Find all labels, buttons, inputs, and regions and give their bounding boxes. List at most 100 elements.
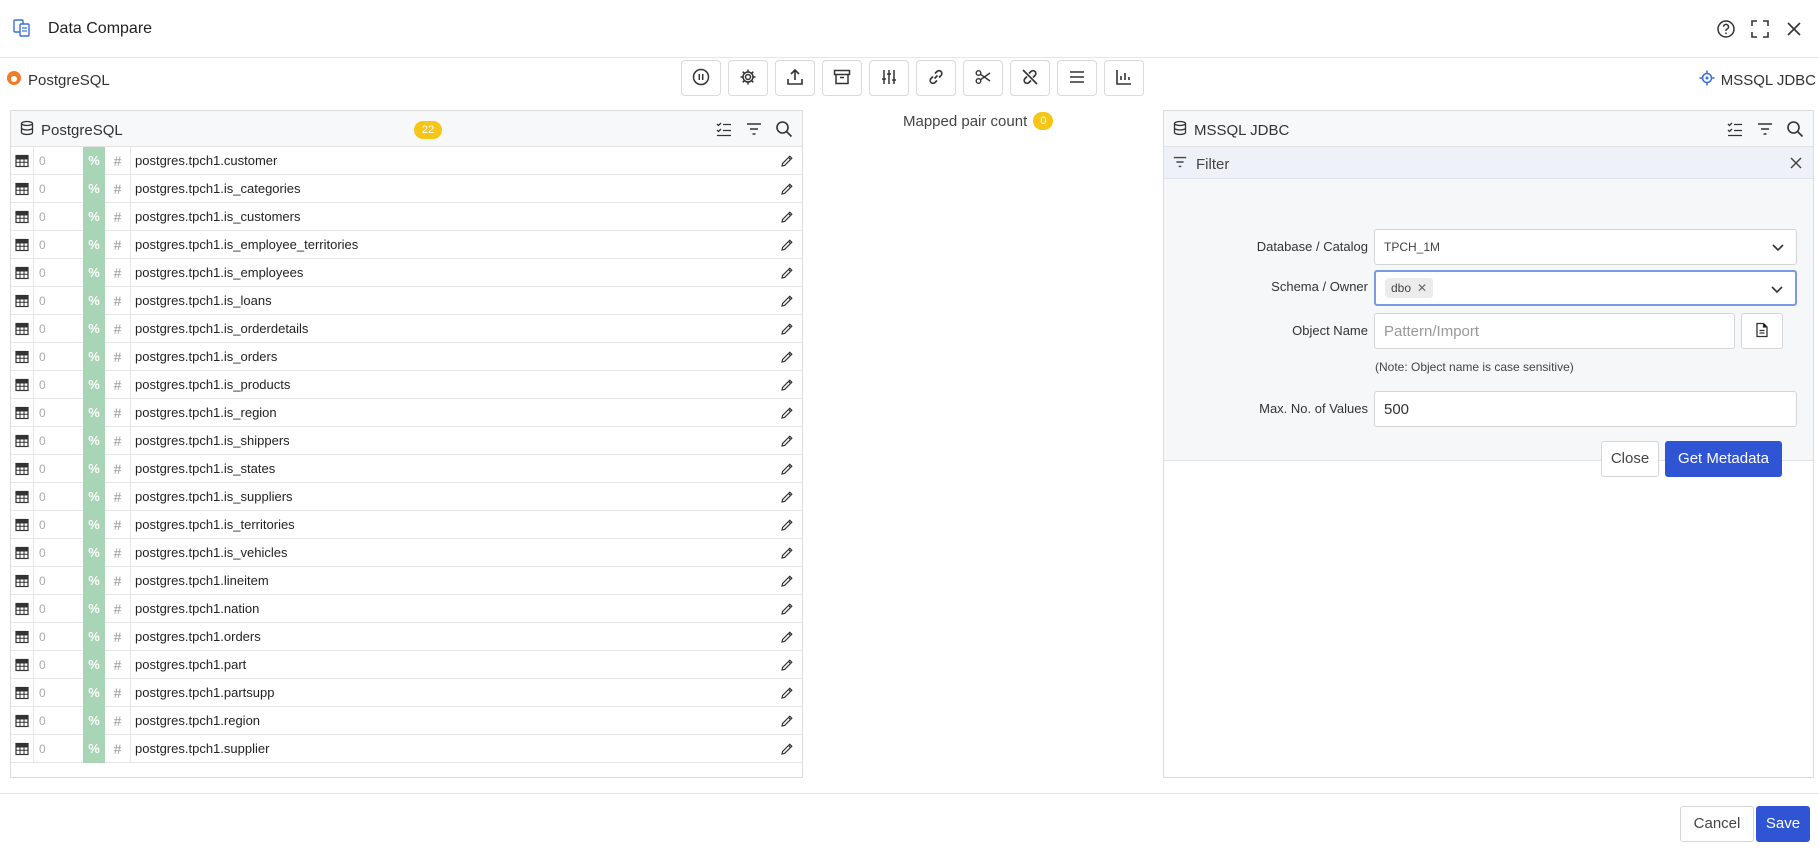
list-button[interactable] <box>1057 60 1097 96</box>
hash-cell: # <box>105 174 131 203</box>
row-count-cell: 0 <box>33 258 83 287</box>
hash-cell: # <box>105 678 131 707</box>
save-button[interactable]: Save <box>1756 806 1810 842</box>
close-icon[interactable] <box>1783 18 1805 40</box>
percent-cell: % <box>83 650 105 679</box>
database-select[interactable]: TPCH_1M <box>1374 229 1797 265</box>
remove-chip-icon[interactable]: ✕ <box>1417 281 1427 295</box>
chart-button[interactable] <box>1104 60 1144 96</box>
settings-button[interactable] <box>728 60 768 96</box>
close-button[interactable]: Close <box>1601 441 1659 477</box>
edit-icon[interactable] <box>772 651 802 679</box>
edit-icon[interactable] <box>772 231 802 259</box>
help-icon[interactable] <box>1715 18 1737 40</box>
mapped-pair-count-badge: 0 <box>1033 112 1054 130</box>
database-icon <box>1172 120 1188 140</box>
table-icon <box>11 707 33 735</box>
schema-multiselect[interactable]: dbo ✕ <box>1374 270 1797 306</box>
edit-icon[interactable] <box>772 567 802 595</box>
target-panel-title: MSSQL JDBC <box>1194 121 1290 139</box>
select-all-icon[interactable] <box>1725 119 1745 139</box>
edit-icon[interactable] <box>772 343 802 371</box>
table-row[interactable]: 0% # postgres.tpch1.is_states <box>11 454 802 483</box>
edit-icon[interactable] <box>772 287 802 315</box>
cut-button[interactable] <box>963 60 1003 96</box>
table-icon <box>11 567 33 595</box>
table-name: postgres.tpch1.region <box>135 712 261 728</box>
edit-icon[interactable] <box>772 315 802 343</box>
table-row[interactable]: 0% # postgres.tpch1.orders <box>11 622 802 651</box>
edit-icon[interactable] <box>772 623 802 651</box>
edit-icon[interactable] <box>772 203 802 231</box>
filter-icon[interactable] <box>744 119 764 139</box>
table-row[interactable]: 0% # postgres.tpch1.lineitem <box>11 566 802 595</box>
search-icon[interactable] <box>774 119 794 139</box>
max-values-input[interactable]: 500 <box>1374 391 1797 427</box>
edit-icon[interactable] <box>772 147 802 175</box>
select-all-icon[interactable] <box>714 119 734 139</box>
percent-cell: % <box>83 454 105 483</box>
table-row[interactable]: 0% # postgres.tpch1.is_suppliers <box>11 482 802 511</box>
row-count-cell: 0 <box>33 454 83 483</box>
row-count-cell: 0 <box>33 426 83 455</box>
unlink-button[interactable] <box>1010 60 1050 96</box>
maximize-icon[interactable] <box>1749 18 1771 40</box>
menu-icon <box>1068 68 1086 89</box>
get-metadata-button[interactable]: Get Metadata <box>1665 441 1782 477</box>
table-row[interactable]: 0% # postgres.tpch1.is_employee_territorie… <box>11 230 802 259</box>
hash-cell: # <box>105 650 131 679</box>
table-row[interactable]: 0% # postgres.tpch1.part <box>11 650 802 679</box>
edit-icon[interactable] <box>772 735 802 763</box>
adjust-button[interactable] <box>869 60 909 96</box>
sliders-icon <box>880 68 898 89</box>
table-row[interactable]: 0% # postgres.tpch1.is_shippers <box>11 426 802 455</box>
table-row[interactable]: 0% # postgres.tpch1.partsupp <box>11 678 802 707</box>
table-name: postgres.tpch1.nation <box>135 600 260 616</box>
source-connection-label: PostgreSQL <box>6 70 110 90</box>
table-row[interactable]: 0% # postgres.tpch1.is_loans <box>11 286 802 315</box>
edit-icon[interactable] <box>772 427 802 455</box>
pause-button[interactable] <box>681 60 721 96</box>
mapped-pair-summary: Mapped pair count 0 <box>903 112 1054 130</box>
filter-icon <box>1172 154 1188 174</box>
table-row[interactable]: 0% # postgres.tpch1.is_orders <box>11 342 802 371</box>
percent-cell: % <box>83 566 105 595</box>
table-row[interactable]: 0% # postgres.tpch1.is_orderdetails <box>11 314 802 343</box>
table-row[interactable]: 0% # postgres.tpch1.supplier <box>11 734 802 763</box>
table-row[interactable]: 0% # postgres.tpch1.is_territories <box>11 510 802 539</box>
search-icon[interactable] <box>1785 119 1805 139</box>
table-row[interactable]: 0% # postgres.tpch1.is_region <box>11 398 802 427</box>
cancel-button[interactable]: Cancel <box>1680 806 1754 842</box>
table-row[interactable]: 0% # postgres.tpch1.nation <box>11 594 802 623</box>
object-name-input[interactable]: Pattern/Import <box>1374 313 1735 349</box>
table-icon <box>11 483 33 511</box>
edit-icon[interactable] <box>772 399 802 427</box>
table-icon <box>11 147 33 175</box>
edit-icon[interactable] <box>772 707 802 735</box>
mssql-icon <box>1699 70 1715 90</box>
table-row[interactable]: 0% # postgres.tpch1.is_vehicles <box>11 538 802 567</box>
edit-icon[interactable] <box>772 371 802 399</box>
edit-icon[interactable] <box>772 175 802 203</box>
link-button[interactable] <box>916 60 956 96</box>
close-filter-icon[interactable] <box>1787 154 1805 172</box>
import-file-button[interactable] <box>1741 313 1783 349</box>
table-row[interactable]: 0% # postgres.tpch1.is_customers <box>11 202 802 231</box>
table-row[interactable]: 0% # postgres.tpch1.is_products <box>11 370 802 399</box>
edit-icon[interactable] <box>772 511 802 539</box>
edit-icon[interactable] <box>772 455 802 483</box>
archive-button[interactable] <box>822 60 862 96</box>
table-row[interactable]: 0% # postgres.tpch1.is_employees <box>11 258 802 287</box>
export-button[interactable] <box>775 60 815 96</box>
edit-icon[interactable] <box>772 595 802 623</box>
database-value: TPCH_1M <box>1384 240 1441 254</box>
filter-icon[interactable] <box>1755 119 1775 139</box>
edit-icon[interactable] <box>772 679 802 707</box>
action-toolbar <box>681 60 1144 96</box>
edit-icon[interactable] <box>772 483 802 511</box>
table-row[interactable]: 0% # postgres.tpch1.customer <box>11 146 802 175</box>
edit-icon[interactable] <box>772 539 802 567</box>
table-row[interactable]: 0% # postgres.tpch1.is_categories <box>11 174 802 203</box>
table-row[interactable]: 0% # postgres.tpch1.region <box>11 706 802 735</box>
edit-icon[interactable] <box>772 259 802 287</box>
